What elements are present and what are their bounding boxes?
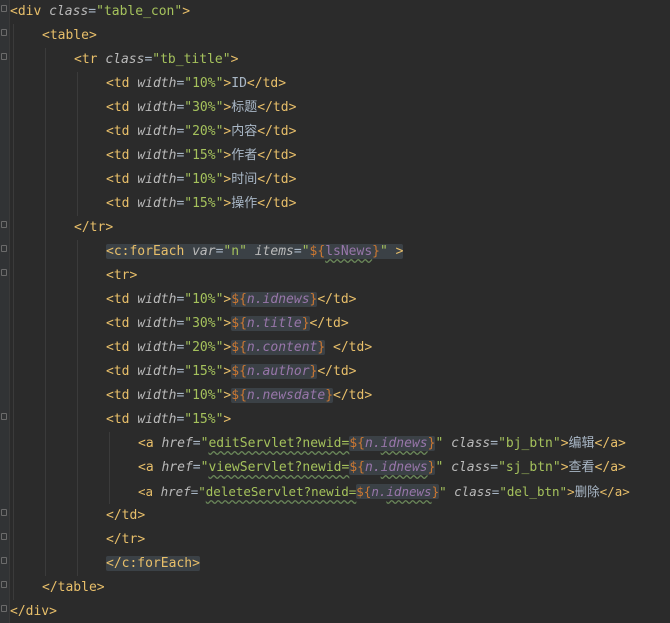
editor-gutter	[0, 0, 10, 623]
code-line[interactable]: <a href="deleteServlet?newid=${n.idnews}…	[138, 480, 630, 504]
code-line[interactable]: <td width="10%">${n.newsdate}</td>	[106, 384, 372, 408]
fold-marker-icon[interactable]	[1, 29, 7, 36]
code-line[interactable]: <a href="viewServlet?newid=${n.idnews}" …	[138, 456, 626, 480]
code-editor[interactable]: <div class="table_con"> <table> <tr clas…	[0, 0, 670, 623]
code-line[interactable]: <td width="15%">	[106, 408, 231, 432]
el-expression: ${n.content}	[231, 340, 326, 355]
code-line[interactable]: <td width="15%">作者</td>	[106, 144, 296, 168]
tag-token: <	[10, 4, 18, 19]
code-line[interactable]: <td width="10%">时间</td>	[106, 168, 296, 192]
el-expression: ${n.title}	[231, 316, 310, 331]
attr-name-token: class	[49, 4, 89, 19]
fold-marker-icon[interactable]	[1, 413, 7, 420]
el-expression: ${n.idnews}	[231, 292, 318, 307]
tag-token: table	[49, 28, 89, 43]
highlighted-tag: </c:forEach>	[106, 556, 200, 571]
code-line[interactable]: <td width="15%">${n.author}</td>	[106, 360, 357, 384]
code-line[interactable]: <td width="20%">${n.content} </td>	[106, 336, 372, 360]
code-line[interactable]: <c:forEach var="n" items="${lsNews}" >	[106, 240, 404, 264]
code-line[interactable]: <td width="20%">内容</td>	[106, 120, 296, 144]
fold-marker-icon[interactable]	[1, 533, 7, 540]
fold-marker-icon[interactable]	[1, 581, 7, 588]
code-line[interactable]: </td>	[106, 504, 145, 528]
fold-marker-icon[interactable]	[1, 269, 7, 276]
code-line[interactable]: </c:forEach>	[106, 552, 200, 576]
indent-guide	[13, 24, 14, 600]
code-line[interactable]: <table>	[42, 24, 97, 48]
code-line[interactable]: <a href="editServlet?newid=${n.idnews}" …	[138, 432, 626, 456]
code-line[interactable]: </div>	[10, 600, 57, 623]
fold-marker-icon[interactable]	[1, 221, 7, 228]
attr-value-token: table_con	[103, 4, 175, 19]
fold-marker-icon[interactable]	[1, 245, 7, 252]
highlighted-tag: <c:forEach var="n" items="${lsNews}" >	[106, 244, 404, 259]
el-expression: ${n.author}	[231, 364, 318, 379]
fold-marker-icon[interactable]	[1, 53, 7, 60]
fold-marker-icon[interactable]	[1, 5, 7, 12]
el-expression: ${n.idnews}	[349, 460, 436, 475]
el-expression: ${n.idnews}	[349, 436, 436, 451]
el-expression: ${n.newsdate}	[231, 388, 334, 403]
indent-guide	[77, 240, 78, 576]
code-line[interactable]: <tr class="tb_title">	[74, 48, 238, 72]
code-line[interactable]: <td width="10%">ID</td>	[106, 72, 286, 96]
fold-marker-icon[interactable]	[1, 509, 7, 516]
code-line[interactable]: <div class="table_con">	[10, 0, 190, 24]
el-expression: ${n.idnews}	[356, 484, 440, 499]
code-line[interactable]: <td width="15%">操作</td>	[106, 192, 296, 216]
tag-token: div	[17, 4, 42, 19]
code-line[interactable]: </table>	[42, 576, 105, 600]
text-token: ID	[231, 76, 247, 91]
code-line[interactable]: <tr>	[106, 264, 137, 288]
indent-guide	[77, 72, 78, 216]
fold-marker-icon[interactable]	[1, 557, 7, 564]
code-line[interactable]: <td width="10%">${n.idnews}</td>	[106, 288, 357, 312]
fold-marker-icon[interactable]	[1, 605, 7, 612]
code-line[interactable]: <td width="30%">${n.title}</td>	[106, 312, 349, 336]
code-line[interactable]: <td width="30%">标题</td>	[106, 96, 296, 120]
code-line[interactable]: </tr>	[106, 528, 145, 552]
indent-guide	[45, 48, 46, 576]
code-line[interactable]: </tr>	[74, 216, 113, 240]
indent-guide	[109, 432, 110, 504]
